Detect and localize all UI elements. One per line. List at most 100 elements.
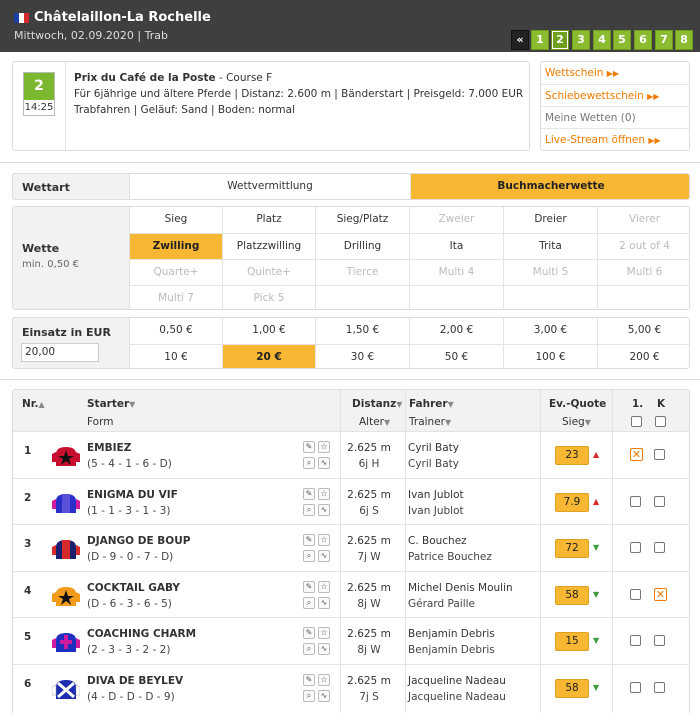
sort-sieg-header[interactable]: Sieg▼ bbox=[562, 416, 591, 428]
pencil-icon[interactable]: ✎ bbox=[303, 581, 315, 593]
search-icon[interactable]: ⌕ bbox=[303, 643, 315, 655]
star-icon[interactable]: ☆ bbox=[318, 581, 330, 593]
combination-marked-checkbox[interactable]: ✕ bbox=[654, 588, 667, 601]
combination-checkbox[interactable] bbox=[654, 635, 665, 646]
race-8-button[interactable]: 8 bbox=[675, 30, 693, 50]
horse-name[interactable]: DJANGO DE BOUP bbox=[87, 535, 190, 547]
bet-type-sieg[interactable]: Sieg bbox=[129, 207, 222, 233]
stake-option[interactable]: 200 € bbox=[597, 344, 689, 368]
select-all-k-checkbox[interactable] bbox=[655, 416, 666, 427]
combination-checkbox[interactable] bbox=[654, 449, 665, 460]
chart-icon[interactable]: ∿ bbox=[318, 690, 330, 702]
combination-checkbox[interactable] bbox=[654, 682, 665, 693]
stake-option[interactable]: 50 € bbox=[409, 344, 503, 368]
trainer-name: Cyril Baty bbox=[408, 458, 460, 470]
horse-name[interactable]: EMBIEZ bbox=[87, 442, 131, 454]
race-4-button[interactable]: 4 bbox=[593, 30, 611, 50]
trend-down-icon: ▼ bbox=[593, 590, 600, 599]
stake-option[interactable]: 2,00 € bbox=[409, 318, 503, 344]
star-icon[interactable]: ☆ bbox=[318, 441, 330, 453]
search-icon[interactable]: ⌕ bbox=[303, 504, 315, 516]
select-all-first-checkbox[interactable] bbox=[631, 416, 642, 427]
stake-option[interactable]: 1,00 € bbox=[222, 318, 315, 344]
odds-button[interactable]: 15 bbox=[555, 632, 589, 651]
star-icon[interactable]: ☆ bbox=[318, 534, 330, 546]
combination-checkbox[interactable] bbox=[654, 542, 665, 553]
einsatz-input[interactable]: 20,00 bbox=[21, 343, 99, 362]
star-icon[interactable]: ☆ bbox=[318, 488, 330, 500]
odds-button[interactable]: 58 bbox=[555, 586, 589, 605]
bet-type-platz[interactable]: Platz bbox=[222, 207, 315, 233]
horse-name[interactable]: COACHING CHARM bbox=[87, 628, 196, 640]
schiebewettschein-link[interactable]: Schiebewettschein ▶▶ bbox=[541, 84, 689, 106]
sort-trainer-header[interactable]: Trainer▼ bbox=[409, 416, 451, 428]
stake-option[interactable]: 5,00 € bbox=[597, 318, 689, 344]
stake-option[interactable]: 1,50 € bbox=[315, 318, 409, 344]
first-place-checkbox[interactable] bbox=[630, 542, 641, 553]
race-6-button[interactable]: 6 bbox=[634, 30, 652, 50]
bet-type-trita[interactable]: Trita bbox=[503, 233, 597, 259]
bet-type-zwilling[interactable]: Zwilling bbox=[129, 233, 222, 259]
stake-option[interactable]: 3,00 € bbox=[503, 318, 597, 344]
buchmacherwette-tab[interactable]: Buchmacherwette bbox=[410, 174, 689, 199]
first-place-checkbox[interactable] bbox=[630, 589, 641, 600]
horse-name[interactable]: DIVA DE BEYLEV bbox=[87, 675, 183, 687]
first-place-checkbox[interactable] bbox=[630, 496, 641, 507]
horse-form: (D - 9 - 0 - 7 - D) bbox=[87, 551, 174, 563]
search-icon[interactable]: ⌕ bbox=[303, 597, 315, 609]
pencil-icon[interactable]: ✎ bbox=[303, 674, 315, 686]
livestream-link[interactable]: Live-Stream öffnen ▶▶ bbox=[541, 128, 689, 150]
stake-option[interactable]: 0,50 € bbox=[129, 318, 222, 344]
sort-starter-header[interactable]: Starter▼ bbox=[87, 398, 135, 410]
search-icon[interactable]: ⌕ bbox=[303, 457, 315, 469]
wettschein-link[interactable]: Wettschein ▶▶ bbox=[541, 62, 689, 84]
wettvermittlung-tab[interactable]: Wettvermittlung bbox=[129, 174, 410, 199]
search-icon[interactable]: ⌕ bbox=[303, 550, 315, 562]
sort-alter-header[interactable]: Alter▼ bbox=[359, 416, 390, 428]
race-5-button[interactable]: 5 bbox=[613, 30, 631, 50]
odds-button[interactable]: 72 bbox=[555, 539, 589, 558]
chart-icon[interactable]: ∿ bbox=[318, 550, 330, 562]
bet-type-ita[interactable]: Ita bbox=[409, 233, 503, 259]
combination-checkbox[interactable] bbox=[654, 496, 665, 507]
race-1-button[interactable]: 1 bbox=[531, 30, 549, 50]
bet-type-dreier[interactable]: Dreier bbox=[503, 207, 597, 233]
page-first-button[interactable]: « bbox=[511, 30, 529, 50]
race-2-button[interactable]: 2 bbox=[551, 30, 569, 50]
horse-name[interactable]: COCKTAIL GABY bbox=[87, 582, 180, 594]
odds-button[interactable]: 23 bbox=[555, 446, 589, 465]
odds-button[interactable]: 58 bbox=[555, 679, 589, 698]
sort-nr-header[interactable]: Nr.▲ bbox=[22, 398, 45, 410]
pencil-icon[interactable]: ✎ bbox=[303, 488, 315, 500]
race-number: 2 bbox=[24, 73, 54, 100]
odds-button[interactable]: 7.9 bbox=[555, 493, 589, 512]
race-7-button[interactable]: 7 bbox=[655, 30, 673, 50]
stake-option[interactable]: 10 € bbox=[129, 344, 222, 368]
bet-type-sieg-platz[interactable]: Sieg/Platz bbox=[315, 207, 409, 233]
stake-option[interactable]: 30 € bbox=[315, 344, 409, 368]
race-3-button[interactable]: 3 bbox=[572, 30, 590, 50]
star-icon[interactable]: ☆ bbox=[318, 674, 330, 686]
bet-type-platzzwilling[interactable]: Platzzwilling bbox=[222, 233, 315, 259]
first-place-checkbox[interactable] bbox=[630, 682, 641, 693]
chart-icon[interactable]: ∿ bbox=[318, 597, 330, 609]
meine-wetten-link[interactable]: Meine Wetten (0) bbox=[541, 106, 689, 128]
stake-option[interactable]: 20 € bbox=[222, 344, 315, 368]
pencil-icon[interactable]: ✎ bbox=[303, 534, 315, 546]
pencil-icon[interactable]: ✎ bbox=[303, 627, 315, 639]
chart-icon[interactable]: ∿ bbox=[318, 504, 330, 516]
search-icon[interactable]: ⌕ bbox=[303, 690, 315, 702]
first-place-marked-checkbox[interactable]: ✕ bbox=[630, 448, 643, 461]
stake-option[interactable]: 100 € bbox=[503, 344, 597, 368]
star-icon[interactable]: ☆ bbox=[318, 627, 330, 639]
horse-name[interactable]: ENIGMA DU VIF bbox=[87, 489, 178, 501]
first-place-checkbox[interactable] bbox=[630, 635, 641, 646]
bet-type-drilling[interactable]: Drilling bbox=[315, 233, 409, 259]
sort-fahrer-header[interactable]: Fahrer▼ bbox=[409, 398, 454, 410]
chart-icon[interactable]: ∿ bbox=[318, 457, 330, 469]
starter-label: Starter bbox=[87, 398, 130, 410]
sort-distanz-header[interactable]: Distanz▼ bbox=[352, 398, 402, 410]
pencil-icon[interactable]: ✎ bbox=[303, 441, 315, 453]
race-date: Mittwoch, 02.09.2020 bbox=[14, 29, 134, 42]
chart-icon[interactable]: ∿ bbox=[318, 643, 330, 655]
